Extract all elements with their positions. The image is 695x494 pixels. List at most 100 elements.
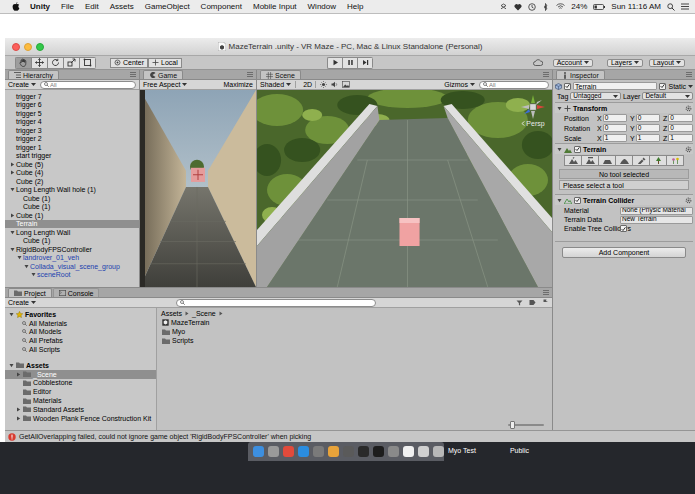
search-field[interactable]: All (40, 81, 136, 89)
hierarchy-item[interactable]: RigidBodyFPSController (5, 245, 139, 254)
create-button[interactable]: Create (8, 81, 36, 88)
favorite-item[interactable]: All Models (5, 328, 156, 337)
aspect-dropdown[interactable]: Free Aspect (143, 81, 187, 88)
checkbox[interactable] (659, 83, 666, 90)
app-icon[interactable] (268, 446, 279, 457)
menu-item[interactable]: Window (308, 3, 336, 11)
scene-tab[interactable]: Scene (260, 70, 301, 79)
transform-tool-button[interactable] (16, 58, 32, 68)
component-header[interactable]: Transform (555, 102, 693, 113)
fold-arrow-icon[interactable] (15, 406, 21, 412)
hierarchy-tab[interactable]: Hierarchy (8, 70, 59, 79)
menu-item[interactable]: Assets (110, 3, 134, 11)
close-button[interactable] (12, 43, 20, 51)
app-icon[interactable] (388, 446, 399, 457)
game-tab[interactable]: Game (143, 70, 183, 79)
asset-folder[interactable]: Cobblestone (5, 379, 156, 388)
asset-folder[interactable]: _Scene (5, 370, 156, 379)
component-header[interactable]: Terrain Collider (555, 194, 693, 205)
app-icon[interactable] (328, 446, 339, 457)
breadcrumb-item[interactable]: Assets (161, 310, 182, 317)
play-button[interactable] (328, 58, 343, 68)
breadcrumb-item[interactable]: _Scene (192, 310, 216, 317)
number-field[interactable]: 0 (636, 114, 660, 122)
fold-arrow-icon[interactable] (9, 229, 15, 235)
hierarchy-item[interactable]: landrover_01_veh (5, 254, 139, 263)
app-icon[interactable] (313, 446, 324, 457)
number-field[interactable]: 1 (636, 134, 660, 142)
zoom-button[interactable] (36, 43, 44, 51)
hierarchy-item[interactable]: trigger 2 (5, 135, 139, 144)
zoom-knob[interactable] (510, 421, 515, 429)
fold-arrow-icon[interactable] (556, 105, 562, 111)
desktop-label[interactable]: Public (510, 447, 529, 454)
terrain-tool-button[interactable] (650, 155, 667, 166)
app-icon[interactable] (298, 446, 309, 457)
object-field[interactable]: None (Physic Material (620, 207, 693, 215)
shading-dropdown[interactable]: Shaded (260, 81, 296, 88)
hierarchy-item[interactable]: trigger 7 (5, 92, 139, 101)
app-icon[interactable] (283, 446, 294, 457)
hierarchy-item[interactable]: Collada_visual_scene_group (5, 262, 139, 271)
terrain-tool-button[interactable] (667, 155, 684, 166)
projection-label[interactable]: Persp (521, 120, 544, 127)
fold-arrow-icon[interactable] (9, 187, 15, 193)
transform-tool-button[interactable] (64, 58, 80, 68)
terrain-tool-button[interactable] (633, 155, 650, 166)
hierarchy-item[interactable]: trigger 6 (5, 101, 139, 110)
hierarchy-item[interactable]: Cube (1) (5, 194, 139, 203)
create-button[interactable]: Create (8, 299, 36, 306)
hierarchy-item[interactable]: trigger 4 (5, 118, 139, 127)
cloud-icon[interactable] (533, 59, 543, 66)
panel-menu-icon[interactable] (130, 72, 136, 77)
object-name-field[interactable]: Terrain (573, 82, 657, 90)
scene-gizmo[interactable]: Persp (520, 94, 546, 127)
number-field[interactable]: 1 (603, 134, 627, 142)
app-icon[interactable] (253, 446, 264, 457)
fold-arrow-icon[interactable] (9, 246, 15, 252)
fold-arrow-icon[interactable] (8, 311, 14, 317)
asset-folder[interactable]: Editor (5, 387, 156, 396)
transform-tool-button[interactable] (80, 58, 96, 68)
app-icon[interactable] (343, 446, 354, 457)
search-field[interactable]: All (479, 81, 549, 89)
asset-folder[interactable]: Materials (5, 396, 156, 405)
inspector-tab[interactable]: Inspector (556, 70, 605, 79)
hierarchy-item[interactable]: Cube (1) (5, 237, 139, 246)
fold-arrow-icon[interactable] (8, 362, 14, 368)
scene-toggle-icon[interactable] (331, 81, 338, 88)
gear-icon[interactable] (685, 197, 692, 204)
hierarchy-item[interactable]: trigger 3 (5, 126, 139, 135)
object-field[interactable]: New Terrain (620, 216, 693, 224)
scene-toggle-icon[interactable] (320, 81, 327, 88)
number-field[interactable]: 0 (668, 124, 693, 132)
asset-file[interactable]: MazeTerrain (157, 318, 552, 327)
number-field[interactable]: 0 (603, 114, 627, 122)
app-icon[interactable] (433, 446, 444, 457)
hierarchy-item[interactable]: Cube (4) (5, 169, 139, 178)
fold-arrow-icon[interactable] (556, 146, 562, 152)
fold-arrow-icon[interactable] (15, 371, 21, 377)
checkbox[interactable] (574, 197, 581, 204)
menu-item[interactable]: Edit (85, 3, 99, 11)
menu-item[interactable]: GameObject (145, 3, 190, 11)
fold-arrow-icon[interactable] (23, 263, 29, 269)
checkbox[interactable] (620, 225, 627, 232)
component-header[interactable]: Terrain (555, 143, 693, 154)
menu-item[interactable]: Component (201, 3, 242, 11)
step-button[interactable] (358, 58, 373, 68)
panel-menu-icon[interactable] (247, 72, 253, 77)
layers-dropdown[interactable]: Layers (607, 59, 643, 67)
app-icon[interactable] (373, 446, 384, 457)
terrain-tool-button[interactable] (582, 155, 599, 166)
fold-arrow-icon[interactable] (9, 170, 15, 176)
tag-dropdown[interactable]: Untagged (570, 92, 621, 100)
fold-arrow-icon[interactable] (30, 272, 36, 278)
fold-arrow-icon[interactable] (15, 415, 21, 421)
layer-dropdown[interactable]: Default (642, 92, 693, 100)
hierarchy-item[interactable]: start trigger (5, 152, 139, 161)
terrain-tool-button[interactable] (565, 155, 582, 166)
app-icon[interactable] (418, 446, 429, 457)
hierarchy-item[interactable]: Long Length Wall (5, 228, 139, 237)
hierarchy-item[interactable]: Cube (1) (5, 203, 139, 212)
